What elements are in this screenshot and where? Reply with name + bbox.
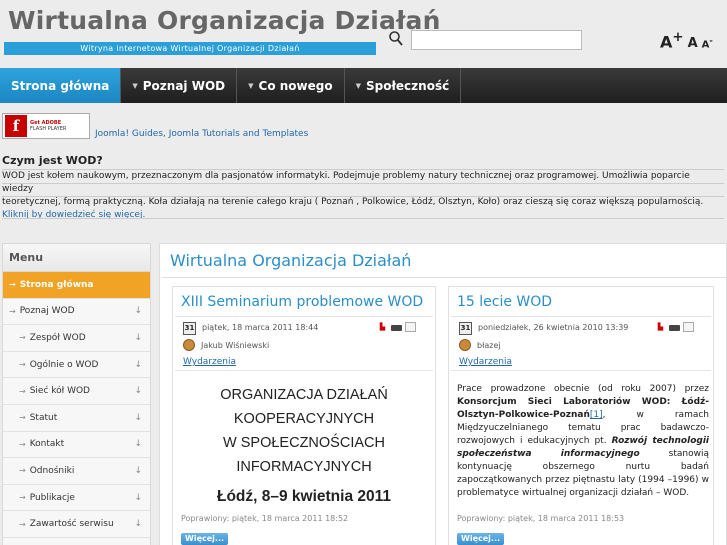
arrow-down-icon: ↓ [134, 359, 142, 370]
sidebar-item-ogolnie[interactable]: → Ogólnie o WOD ↓ [3, 352, 150, 379]
search-icon[interactable] [388, 30, 404, 48]
email-icon[interactable] [405, 322, 416, 332]
caret-down-icon: ▼ [355, 81, 361, 90]
arrow-right-icon: → [19, 360, 26, 370]
nav-item-poznaj-wod[interactable]: ▼ Poznaj WOD [121, 68, 238, 103]
footnote-link[interactable]: [1] [590, 410, 603, 420]
print-icon[interactable] [669, 325, 680, 331]
sidebar-item-poznaj-wod[interactable]: → Poznaj WOD ↓ [3, 299, 150, 326]
font-increase-button[interactable]: A+ [660, 30, 684, 51]
sidebar-item-statut[interactable]: → Statut ↓ [3, 405, 150, 432]
site-title[interactable]: Wirtualna Organizacja Działań [8, 6, 441, 35]
article-date: piątek, 18 marca 2011 18:44 [202, 323, 319, 332]
arrow-down-icon: ↓ [134, 386, 142, 397]
sidebar-item-zespol[interactable]: → Zespół WOD ↓ [3, 325, 150, 352]
arrow-right-icon: → [9, 306, 16, 316]
search-input[interactable] [411, 30, 582, 50]
divider [451, 370, 711, 371]
arrow-right-icon: → [19, 466, 26, 476]
calendar-icon: 31 [459, 322, 472, 335]
header: Wirtualna Organizacja Działań Witryna in… [0, 0, 727, 68]
sidebar-item-odnosniki[interactable]: → Odnośniki ↓ [3, 458, 150, 485]
arrow-down-icon: ↓ [134, 306, 142, 317]
divider [175, 370, 433, 371]
arrow-down-icon: ↓ [134, 465, 142, 476]
main-nav: Strona główna ▼ Poznaj WOD ▼ Co nowego ▼ Sp… [0, 68, 727, 103]
email-icon[interactable] [683, 322, 694, 332]
article-category-link[interactable]: Wydarzenia [459, 357, 512, 367]
arrow-right-icon: → [19, 519, 26, 529]
caret-down-icon: ▼ [132, 81, 138, 90]
arrow-right-icon: → [19, 333, 26, 343]
article-modified: Poprawiony: piątek, 18 marca 2011 18:53 [457, 514, 625, 523]
flash-logo-icon: f [5, 115, 27, 137]
joomla-guides-link[interactable]: Joomla! Guides, Joomla Tutorials and Tem… [95, 129, 308, 139]
article-modified: Poprawiony: piątek, 18 marca 2011 18:52 [181, 514, 349, 523]
article-date: poniedziałek, 26 kwietnia 2010 13:39 [478, 323, 629, 332]
nav-item-home[interactable]: Strona główna [0, 68, 122, 103]
arrow-right-icon: → [9, 280, 16, 290]
divider [2, 218, 724, 219]
nav-item-co-nowego[interactable]: ▼ Co nowego [237, 68, 345, 103]
sidebar-item-kontakt[interactable]: → Kontakt ↓ [3, 432, 150, 459]
pdf-icon[interactable]: ▙ [377, 322, 388, 332]
divider [2, 183, 724, 184]
caret-down-icon: ▼ [248, 81, 254, 90]
arrow-right-icon: → [19, 493, 26, 503]
user-icon [183, 339, 195, 351]
site-tagline: Witryna internetowa Wirtualnej Organizac… [4, 42, 376, 55]
print-icon[interactable] [391, 325, 402, 331]
sidebar-item-publikacje[interactable]: → Publikacje ↓ [3, 485, 150, 512]
get-flash-player-badge[interactable]: f Get ADOBE FLASH PLAYER [2, 113, 90, 139]
pdf-icon[interactable]: ▙ [655, 322, 666, 332]
main-content: Wirtualna Organizacja Działań XIII Semin… [159, 243, 727, 545]
article-tools: ▙ [655, 322, 694, 332]
sidebar-item-siec-kol[interactable]: → Sieć kół WOD ↓ [3, 378, 150, 405]
sidebar-heading: Menu [3, 244, 150, 272]
arrow-down-icon: ↓ [134, 439, 142, 450]
article-author: Jakub Wiśniewski [201, 341, 270, 350]
arrow-down-icon: ↓ [134, 519, 142, 530]
article-card: 15 lecie WOD 31 poniedziałek, 26 kwietni… [448, 286, 714, 545]
divider [175, 316, 433, 317]
article-tools: ▙ [377, 322, 416, 332]
font-decrease-button[interactable]: A- [702, 35, 713, 50]
divider [451, 316, 711, 317]
sidebar-menu: Menu → Strona główna → Poznaj WOD ↓ → Zespół… [2, 243, 151, 545]
seminar-poster: ORGANIZACJA DZIAŁAŃ KOOPERACYJNYCH W SPO… [216, 387, 392, 505]
article-category-link[interactable]: Wydarzenia [183, 357, 236, 367]
divider [2, 196, 724, 197]
article-card: XIII Seminarium problemowe WOD 31 piątek… [172, 286, 436, 545]
user-icon [459, 339, 471, 351]
intro-title: Czym jest WOD? [2, 154, 103, 167]
arrow-right-icon: → [19, 439, 26, 449]
arrow-down-icon: ↓ [134, 492, 142, 503]
arrow-down-icon: ↓ [134, 412, 142, 423]
arrow-right-icon: → [19, 386, 26, 396]
article-author: błazej [477, 341, 501, 350]
article-title-link[interactable]: XIII Seminarium problemowe WOD [181, 294, 423, 310]
read-more-button[interactable]: Więcej... [181, 533, 229, 545]
page: Wirtualna Organizacja Działań Witryna in… [0, 0, 727, 545]
content-title: Wirtualna Organizacja Działań [170, 251, 412, 270]
arrow-down-icon: ↓ [134, 332, 142, 343]
divider [162, 277, 726, 278]
read-more-button[interactable]: Więcej... [457, 533, 505, 545]
article-body: Prace prowadzone obecnie (od roku 2007) … [457, 384, 709, 498]
font-size-controls: A+ A A- [660, 30, 713, 51]
sidebar-item-home[interactable]: → Strona główna [3, 272, 150, 299]
sidebar-item-zawartosc[interactable]: → Zawartość serwisu ↓ [3, 511, 150, 538]
arrow-right-icon: → [19, 413, 26, 423]
nav-item-spolecznosc[interactable]: ▼ Społeczność [345, 68, 462, 103]
font-reset-button[interactable]: A [688, 36, 698, 51]
article-title-link[interactable]: 15 lecie WOD [457, 294, 552, 310]
calendar-icon: 31 [183, 322, 196, 335]
